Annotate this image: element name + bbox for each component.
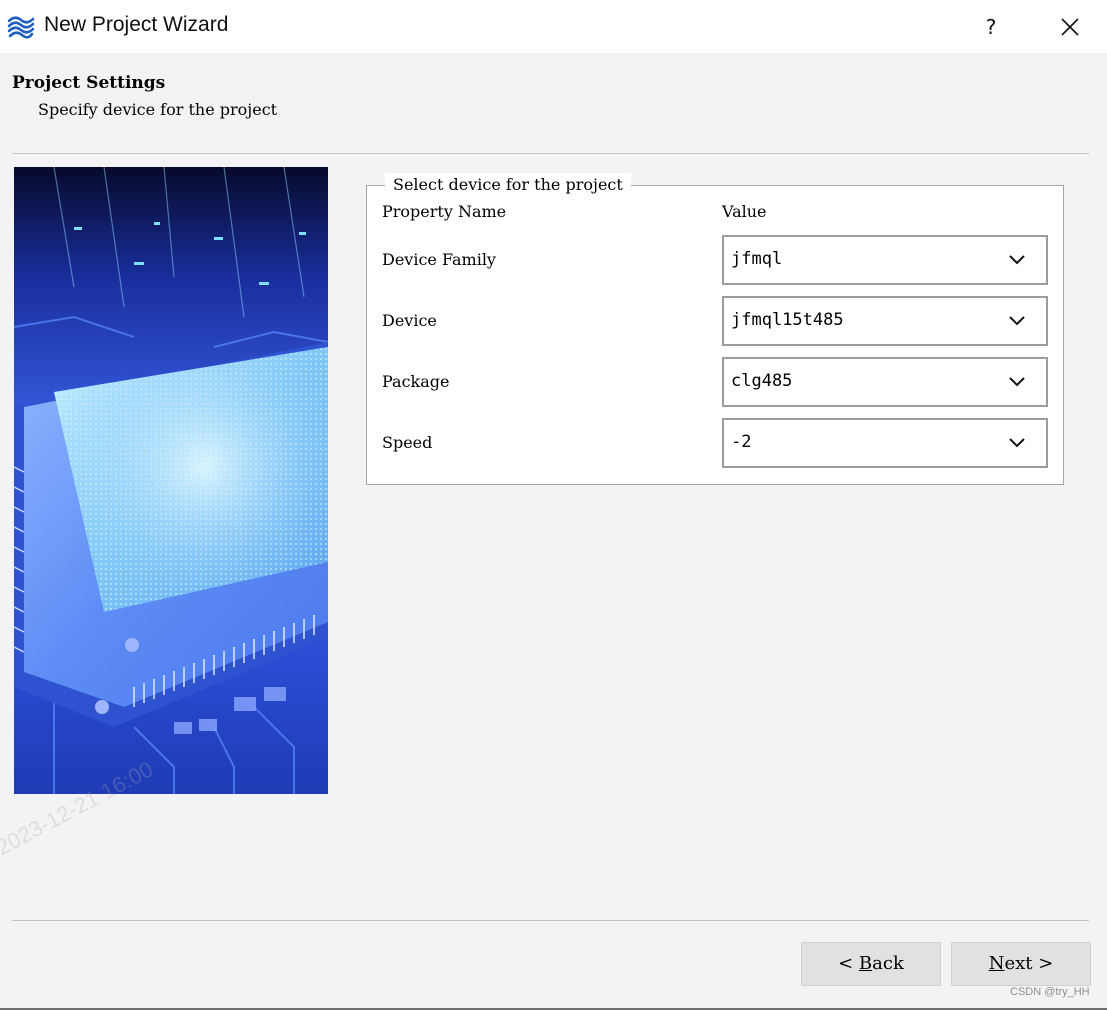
close-button[interactable] [1050, 8, 1090, 46]
group-legend: Select device for the project [385, 173, 631, 197]
back-mnemonic: B [858, 953, 873, 974]
value-header: Value [722, 202, 767, 221]
next-label-rest: ext > [1004, 953, 1054, 974]
device-label: Device [382, 311, 437, 330]
chevron-down-icon [1009, 255, 1025, 265]
back-label-rest: ack [872, 953, 904, 974]
chip-illustration [14, 167, 328, 794]
device-family-label: Device Family [382, 250, 496, 269]
help-button[interactable]: ? [972, 8, 1010, 46]
device-value: jfmql15t485 [731, 310, 844, 330]
page-title: Project Settings [12, 73, 166, 93]
wave-logo-icon [7, 16, 35, 39]
footer-divider [12, 920, 1089, 921]
chevron-down-icon [1009, 316, 1025, 326]
package-value: clg485 [731, 371, 793, 391]
device-family-value: jfmql [731, 249, 783, 269]
corner-watermark: CSDN @try_HH [1010, 986, 1090, 998]
package-label: Package [382, 372, 450, 391]
back-button[interactable]: < Back [801, 942, 941, 986]
speed-combo[interactable]: -2 [722, 418, 1048, 468]
new-project-wizard-window: New Project Wizard ? Project Settings Sp… [0, 0, 1107, 1010]
close-icon [1061, 18, 1079, 36]
title-bar[interactable]: New Project Wizard ? [0, 0, 1107, 53]
next-button[interactable]: Next > [951, 942, 1091, 986]
speed-value: -2 [731, 432, 752, 452]
page-subtitle: Specify device for the project [38, 100, 278, 119]
device-selection-group: Select device for the project Property N… [366, 173, 1064, 485]
device-combo[interactable]: jfmql15t485 [722, 296, 1048, 346]
property-name-header: Property Name [382, 202, 507, 221]
speed-label: Speed [382, 433, 433, 452]
package-combo[interactable]: clg485 [722, 357, 1048, 407]
header-divider [12, 153, 1089, 154]
window-title: New Project Wizard [44, 13, 229, 36]
device-family-combo[interactable]: jfmql [722, 235, 1048, 285]
next-mnemonic: N [988, 953, 1005, 974]
chevron-down-icon [1009, 438, 1025, 448]
back-prefix: < [838, 953, 859, 974]
page-header: Project Settings Specify device for the … [0, 53, 1107, 153]
chevron-down-icon [1009, 377, 1025, 387]
